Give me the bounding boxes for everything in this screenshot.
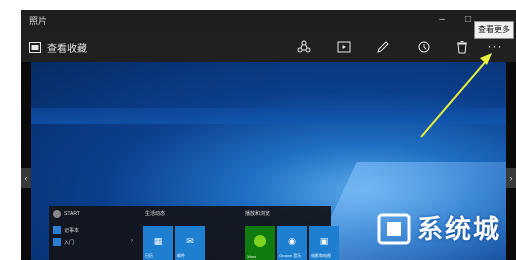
app-title: 照片 (29, 16, 48, 26)
collection-label: 查看收藏 (47, 43, 87, 55)
mail-icon: ✉ (186, 236, 194, 246)
see-more-tooltip: 查看更多 (474, 21, 514, 39)
slideshow-button[interactable] (336, 39, 352, 55)
view-collection-button[interactable]: 查看收藏 (29, 40, 87, 55)
app-icon (53, 238, 61, 246)
title-bar: 照片 – □ (21, 10, 516, 32)
xbox-tile: Xbox (245, 226, 275, 260)
minimize-button[interactable]: – (435, 13, 449, 27)
next-photo-button[interactable]: › (506, 168, 516, 188)
list-item: 记事本 (53, 226, 79, 234)
pencil-icon (377, 41, 389, 53)
see-more-button[interactable]: ··· (483, 37, 507, 57)
watermark-logo-icon (377, 213, 411, 245)
previous-photo-button[interactable]: ‹ (21, 168, 31, 188)
rotate-icon (418, 41, 430, 53)
collection-icon (29, 41, 41, 53)
edit-button[interactable] (375, 39, 391, 55)
slideshow-icon (337, 41, 351, 53)
list-item: 入门 (53, 238, 74, 246)
xbox-icon (254, 235, 266, 247)
app-icon (53, 226, 61, 234)
groove-tile: ◉ Groove 音乐 (277, 226, 307, 260)
share-button[interactable] (296, 39, 312, 55)
music-icon: ◉ (288, 236, 296, 246)
rotate-button[interactable] (416, 39, 432, 55)
trash-icon (457, 41, 467, 54)
maximize-button[interactable]: □ (461, 13, 475, 27)
calendar-tile: ▦ 日历 (143, 226, 173, 260)
delete-button[interactable] (454, 39, 470, 55)
mail-tile: ✉ 邮件 (175, 226, 205, 260)
site-watermark: 系统城 (365, 203, 516, 260)
toolbar: 查看收藏 ··· (21, 32, 516, 62)
watermark-text: 系统城 (417, 214, 502, 244)
chevron-right-icon: › (131, 238, 133, 244)
share-icon (297, 40, 311, 53)
start-menu-screenshot: START 记事本 入门 › 生活动态 播放和浏览 ▦ 日历 ✉ 邮件 Xbox… (49, 206, 339, 260)
avatar (53, 210, 61, 218)
film-icon: ▣ (319, 236, 329, 246)
calendar-icon: ▦ (153, 236, 163, 246)
movies-tile: ▣ 电影和电视 (309, 226, 339, 260)
